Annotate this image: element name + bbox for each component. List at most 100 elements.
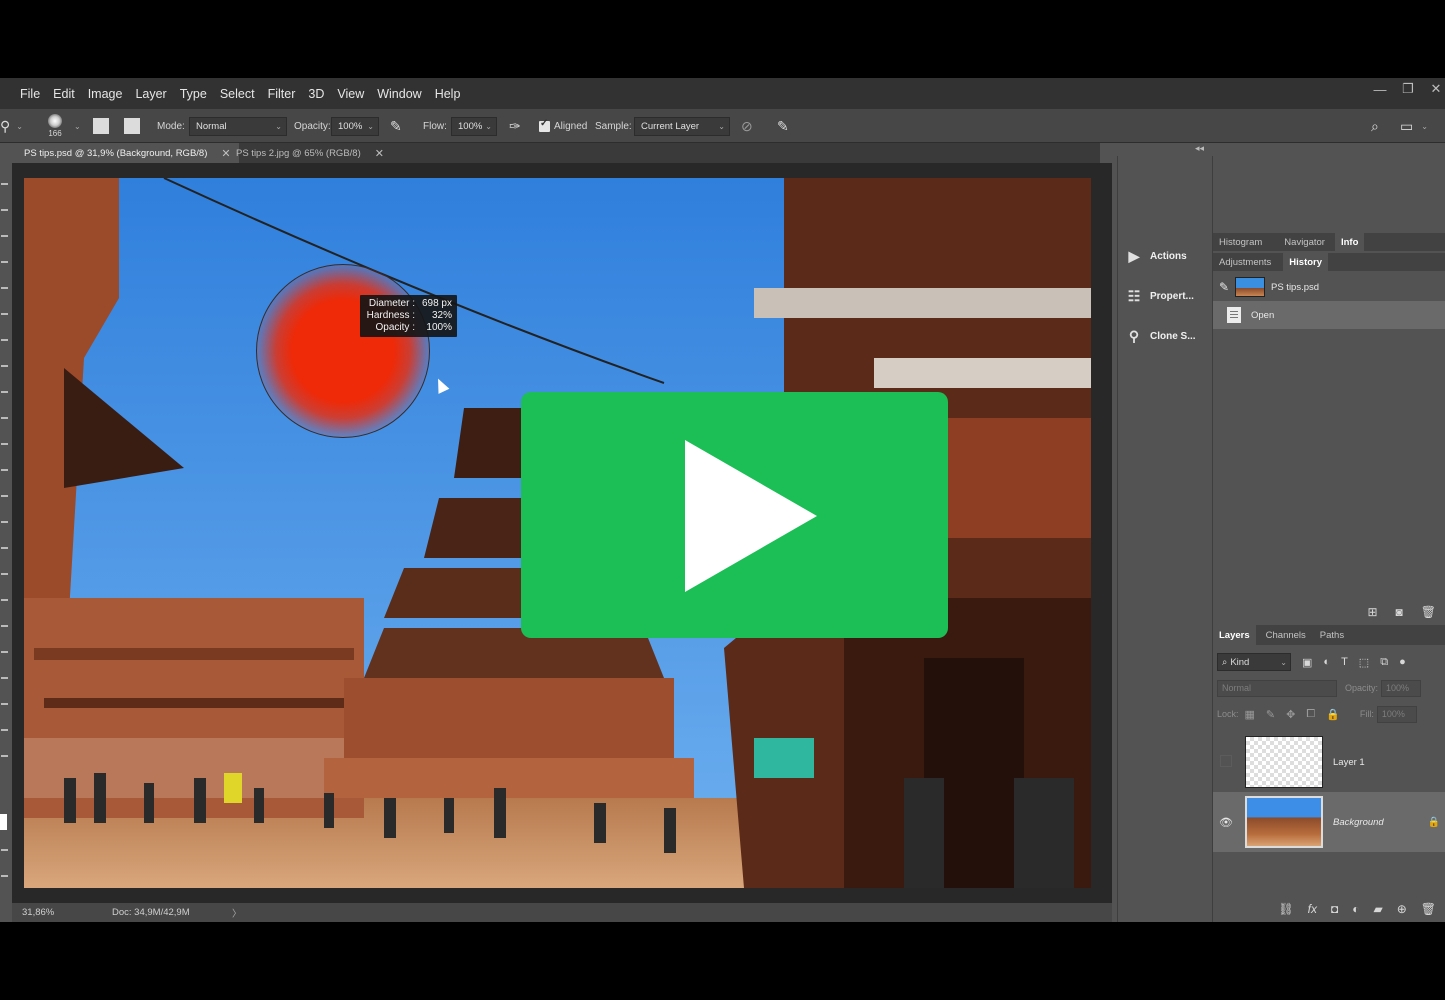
tool-icon[interactable] (1, 209, 8, 211)
pressure-opacity-toggle[interactable]: ✎ (390, 109, 402, 143)
status-menu-caret[interactable]: 〉 (232, 906, 242, 920)
lock-transparent-icon[interactable]: ▦ (1245, 708, 1255, 721)
close-icon[interactable]: ✕ (1429, 81, 1443, 97)
tool-icon[interactable] (1, 875, 8, 877)
ignore-adjustment-toggle[interactable]: ⊘ (741, 109, 753, 143)
link-layers-icon[interactable]: ⛓ (1278, 902, 1293, 916)
lock-artboard-icon[interactable]: ⧠ (1306, 708, 1315, 721)
menu-file[interactable]: File (20, 87, 48, 101)
tab-paths[interactable]: Paths (1314, 625, 1350, 645)
new-document-from-state-icon[interactable]: ⊞ (1367, 605, 1377, 619)
tab-info[interactable]: Info (1334, 233, 1365, 251)
tool-icon[interactable] (1, 755, 8, 757)
airbrush-toggle[interactable]: ✑ (509, 109, 521, 143)
pressure-size-toggle[interactable]: ✎ (777, 109, 789, 143)
brush-dropdown[interactable]: ⌄ (74, 109, 81, 143)
trash-icon[interactable]: 🗑 (1421, 605, 1436, 619)
filter-smart-object-icon[interactable]: ⧉ (1380, 656, 1388, 669)
lock-position-icon[interactable]: ✥ (1286, 708, 1295, 721)
camera-icon[interactable]: ◙ (1396, 605, 1403, 619)
document-image[interactable]: Diameter : 698 px Hardness : 32% Opacity :… (24, 178, 1091, 888)
flow-input[interactable]: 100% ⌄ (451, 116, 497, 136)
expand-panels-icon[interactable]: ◂◂ (1195, 143, 1204, 154)
tool-icon[interactable] (1, 365, 8, 367)
tab-navigator[interactable]: Navigator (1278, 233, 1331, 251)
fill-input[interactable]: 100% (1376, 705, 1417, 723)
clone-source-toggle[interactable] (124, 109, 140, 143)
zoom-level[interactable]: 31,86% (22, 907, 112, 918)
menu-filter[interactable]: Filter (268, 87, 304, 101)
tab-history[interactable]: History (1283, 253, 1329, 271)
foreground-color-swatch[interactable] (0, 814, 7, 830)
tool-icon[interactable] (1, 287, 8, 289)
menu-edit[interactable]: Edit (53, 87, 83, 101)
sample-select[interactable]: Current Layer ⌄ (634, 116, 730, 136)
menu-image[interactable]: Image (88, 87, 131, 101)
history-state-open[interactable]: Open (1213, 301, 1445, 329)
minimize-icon[interactable]: — (1373, 82, 1387, 97)
opacity-input[interactable]: 100% ⌄ (331, 116, 379, 136)
tab-channels[interactable]: Channels (1260, 625, 1312, 645)
layer-row-layer-1[interactable]: Layer 1 (1213, 732, 1445, 792)
panel-button-properties[interactable]: ☷ Propert... (1118, 276, 1211, 316)
tool-icon[interactable] (1, 391, 8, 393)
fx-icon[interactable]: fx (1308, 902, 1317, 916)
aligned-checkbox[interactable]: Aligned (539, 109, 587, 143)
play-video-button[interactable] (521, 392, 948, 638)
filter-shape-icon[interactable]: ⬚ (1359, 656, 1369, 669)
tool-icon[interactable] (1, 547, 8, 549)
canvas-area[interactable]: Diameter : 698 px Hardness : 32% Opacity :… (12, 163, 1112, 903)
layer-opacity-input[interactable]: 100% (1381, 679, 1422, 697)
menu-select[interactable]: Select (220, 87, 263, 101)
trash-icon[interactable]: 🗑 (1421, 902, 1436, 916)
tool-icon[interactable] (1, 521, 8, 523)
layer-row-background[interactable]: 👁 Background 🔒 (1213, 792, 1445, 852)
panel-button-clone-source[interactable]: ⚲ Clone S... (1118, 316, 1211, 356)
eye-icon[interactable]: 👁 (1213, 816, 1239, 829)
visibility-toggle[interactable] (1213, 754, 1239, 770)
tool-icon[interactable] (1, 849, 8, 851)
tab-layers[interactable]: Layers (1213, 625, 1256, 645)
blend-mode-select[interactable]: Normal (1217, 679, 1337, 697)
filter-adjustment-icon[interactable]: ◐ (1323, 656, 1330, 668)
menu-window[interactable]: Window (377, 87, 429, 101)
tab-ps-tips-psd[interactable]: PS tips.psd @ 31,9% (Background, RGB/8) … (0, 143, 239, 163)
menu-view[interactable]: View (337, 87, 372, 101)
tool-icon[interactable] (1, 729, 8, 731)
tool-icon[interactable] (1, 651, 8, 653)
tool-icon[interactable] (1, 417, 8, 419)
menu-help[interactable]: Help (435, 87, 469, 101)
brush-size-picker[interactable]: 166 (48, 109, 62, 143)
tab-histogram[interactable]: Histogram (1213, 233, 1268, 251)
filter-pixel-icon[interactable]: ▣ (1302, 656, 1312, 669)
new-layer-icon[interactable]: ⊕ (1397, 902, 1407, 916)
mode-select[interactable]: Normal ⌄ (189, 116, 287, 136)
menu-type[interactable]: Type (180, 87, 215, 101)
tool-icon[interactable] (1, 235, 8, 237)
brush-panel-toggle[interactable] (93, 109, 109, 143)
menu-layer[interactable]: Layer (135, 87, 174, 101)
panel-button-actions[interactable]: ▶ Actions (1118, 236, 1211, 276)
lock-all-icon[interactable]: 🔒 (1326, 708, 1340, 721)
tool-icon[interactable] (1, 183, 8, 185)
tool-icon[interactable] (1, 599, 8, 601)
tool-preset-picker[interactable]: ⚲ ⌄ (0, 109, 23, 143)
filter-type-icon[interactable]: T (1341, 656, 1348, 668)
tool-icon[interactable] (1, 261, 8, 263)
search-button[interactable]: ⌕ (1371, 109, 1379, 143)
history-snapshot[interactable]: ✎ PS tips.psd (1213, 273, 1445, 301)
filter-toggle-icon[interactable]: ● (1399, 656, 1406, 668)
tab-ps-tips-2-jpg[interactable]: PS tips 2.jpg @ 65% (RGB/8) ✕ (212, 143, 392, 163)
tool-icon[interactable] (1, 703, 8, 705)
tool-icon[interactable] (1, 313, 8, 315)
layer-kind-filter[interactable]: ⌕ Kind ⌄ (1217, 653, 1291, 671)
tool-icon[interactable] (1, 469, 8, 471)
close-icon[interactable]: ✕ (375, 147, 384, 160)
tool-icon[interactable] (1, 625, 8, 627)
layer-mask-icon[interactable]: ◘ (1331, 902, 1338, 916)
tool-icon[interactable] (1, 339, 8, 341)
tool-icon[interactable] (1, 573, 8, 575)
adjustment-layer-icon[interactable]: ◐ (1352, 902, 1359, 916)
menu-3d[interactable]: 3D (308, 87, 332, 101)
lock-image-icon[interactable]: ✎ (1266, 708, 1275, 721)
